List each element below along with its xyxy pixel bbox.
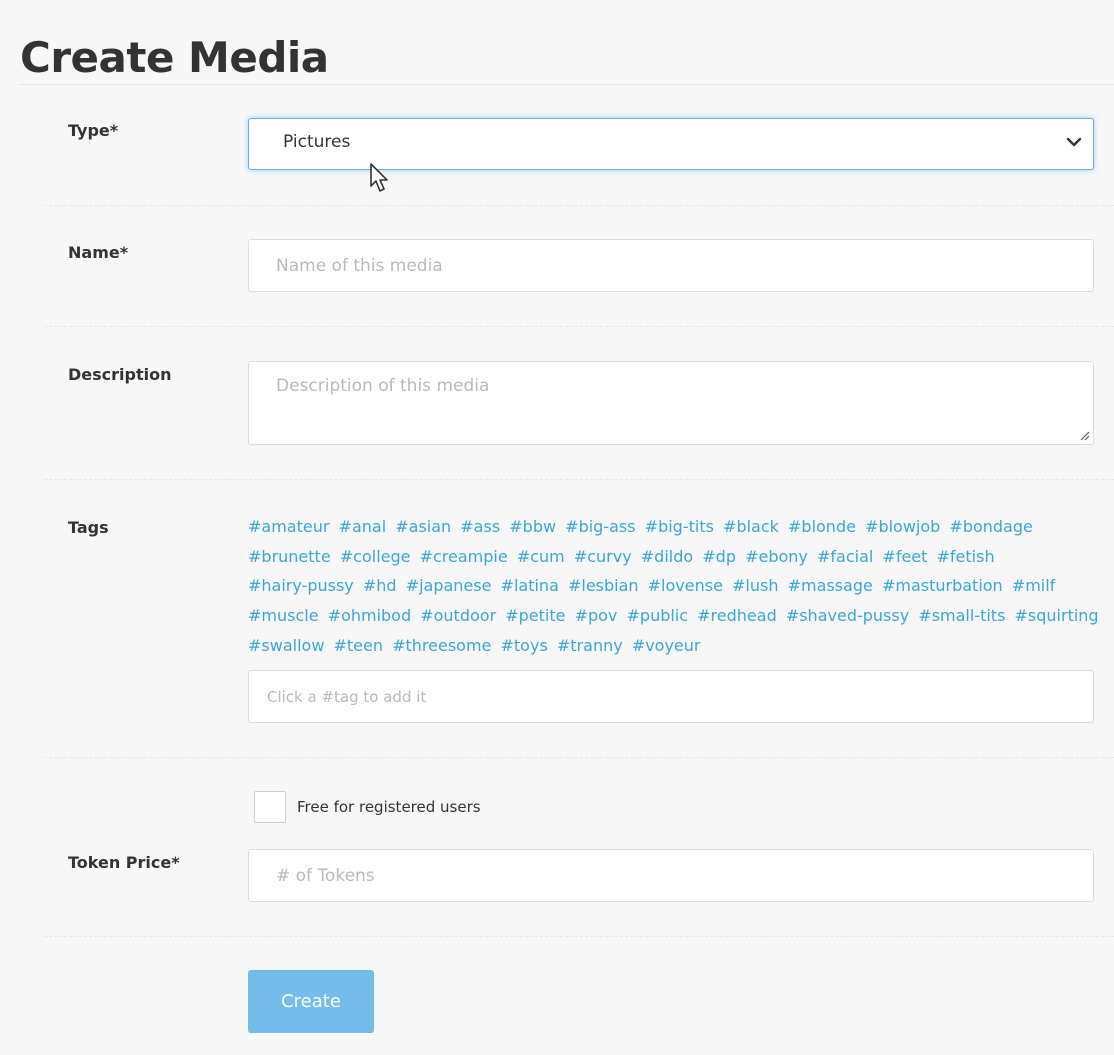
free-for-registered-checkbox[interactable] (254, 791, 286, 823)
tag-link[interactable]: #ohmibod (328, 606, 411, 625)
title-divider (20, 84, 1114, 85)
tag-link[interactable]: #toys (501, 636, 548, 655)
type-label: Type* (68, 121, 119, 140)
tag-link[interactable]: #lovense (648, 576, 723, 595)
tags-label: Tags (68, 518, 109, 537)
resize-grip-icon[interactable] (1079, 430, 1090, 441)
tag-link[interactable]: #hd (363, 576, 397, 595)
tag-link[interactable]: #muscle (248, 606, 319, 625)
tag-link[interactable]: #fetish (937, 547, 995, 566)
tag-link[interactable]: #blowjob (865, 517, 940, 536)
tag-link[interactable]: #hairy-pussy (248, 576, 354, 595)
tag-link[interactable]: #redhead (697, 606, 777, 625)
tag-link[interactable]: #public (627, 606, 689, 625)
token-price-label: Token Price* (68, 853, 180, 872)
tag-link[interactable]: #cum (517, 547, 565, 566)
row-divider (44, 205, 1114, 206)
tag-link[interactable]: #petite (505, 606, 565, 625)
tag-link[interactable]: #small-tits (918, 606, 1005, 625)
tag-link[interactable]: #voyeur (632, 636, 701, 655)
description-label: Description (68, 365, 172, 384)
tags-input[interactable] (249, 671, 1093, 722)
tag-link[interactable]: #big-tits (645, 517, 714, 536)
tag-link[interactable]: #brunette (248, 547, 331, 566)
chevron-down-icon (1066, 137, 1082, 147)
tag-link[interactable]: #teen (334, 636, 384, 655)
tag-suggestion-list: #amateur #anal #asian #ass #bbw #big-ass… (248, 512, 1108, 661)
name-label: Name* (68, 243, 129, 262)
tag-link[interactable]: #dildo (641, 547, 693, 566)
tag-link[interactable]: #dp (702, 547, 736, 566)
tag-link[interactable]: #ebony (745, 547, 808, 566)
tag-link[interactable]: #swallow (248, 636, 324, 655)
tag-link[interactable]: #big-ass (565, 517, 635, 536)
row-divider (44, 936, 1114, 937)
tag-link[interactable]: #bbw (509, 517, 556, 536)
description-field (248, 361, 1094, 445)
tag-link[interactable]: #curvy (574, 547, 632, 566)
row-divider (44, 757, 1114, 758)
tag-link[interactable]: #threesome (392, 636, 491, 655)
tag-link[interactable]: #tranny (557, 636, 623, 655)
tag-link[interactable]: #college (340, 547, 411, 566)
tag-link[interactable]: #massage (788, 576, 873, 595)
tag-link[interactable]: #japanese (406, 576, 492, 595)
tag-link[interactable]: #lush (732, 576, 778, 595)
type-selected-value: Pictures (283, 132, 351, 152)
create-button[interactable]: Create (248, 970, 374, 1033)
tag-link[interactable]: #latina (501, 576, 559, 595)
tag-link[interactable]: #shaved-pussy (786, 606, 909, 625)
row-divider (44, 479, 1114, 480)
tag-link[interactable]: #facial (817, 547, 873, 566)
description-input[interactable] (249, 362, 1093, 444)
tag-link[interactable]: #masturbation (882, 576, 1003, 595)
tag-link[interactable]: #feet (882, 547, 927, 566)
tag-link[interactable]: #squirting (1015, 606, 1099, 625)
tag-link[interactable]: #creampie (420, 547, 508, 566)
tag-link[interactable]: #ass (460, 517, 500, 536)
row-divider (44, 326, 1114, 327)
tag-link[interactable]: #outdoor (420, 606, 496, 625)
name-field (248, 239, 1094, 292)
tag-link[interactable]: #blonde (788, 517, 856, 536)
token-price-field (248, 849, 1094, 902)
tags-field (248, 670, 1094, 723)
tag-link[interactable]: #black (723, 517, 779, 536)
token-price-input[interactable] (249, 850, 1093, 901)
tag-link[interactable]: #milf (1012, 576, 1056, 595)
tag-link[interactable]: #lesbian (568, 576, 639, 595)
tag-link[interactable]: #pov (575, 606, 618, 625)
create-media-page: Create Media Type* Pictures Name* Descri… (0, 0, 1114, 1055)
tag-link[interactable]: #bondage (949, 517, 1032, 536)
tag-link[interactable]: #anal (339, 517, 387, 536)
page-title: Create Media (20, 33, 329, 82)
tag-link[interactable]: #amateur (248, 517, 329, 536)
tag-link[interactable]: #asian (395, 517, 451, 536)
mouse-cursor-icon (370, 163, 388, 192)
free-for-registered-label[interactable]: Free for registered users (297, 798, 481, 816)
name-input[interactable] (249, 240, 1093, 291)
